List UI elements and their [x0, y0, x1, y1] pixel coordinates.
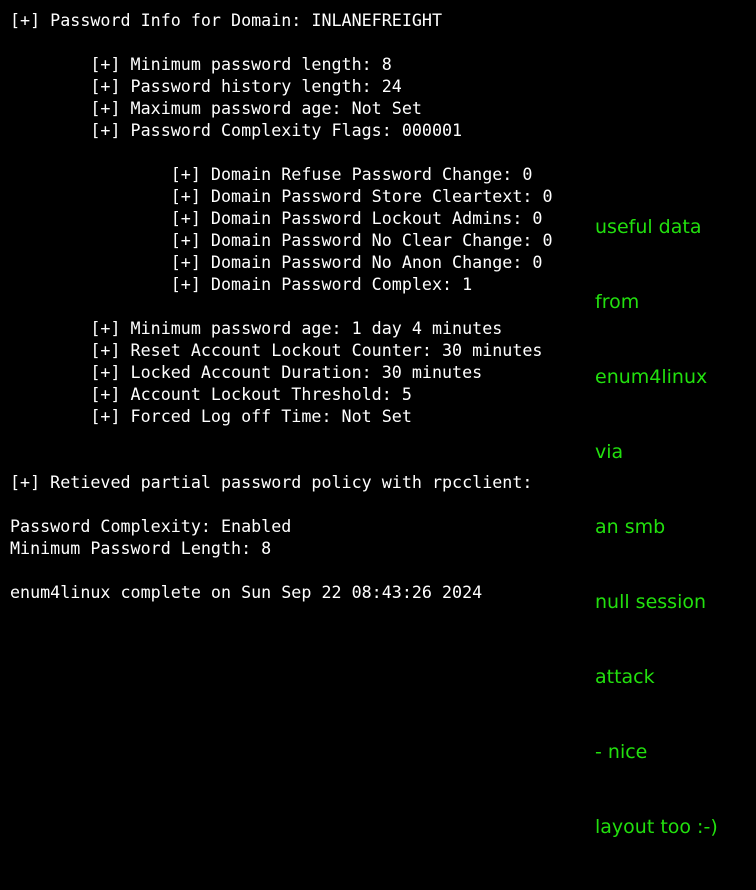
terminal-line: [+] Domain Password No Clear Change: 0 — [10, 230, 553, 250]
terminal-output: [+] Password Info for Domain: INLANEFREI… — [0, 0, 756, 838]
terminal-line: [+] Domain Password Complex: 1 — [10, 274, 473, 294]
terminal-line: [+] Domain Password Store Cleartext: 0 — [10, 186, 553, 206]
terminal-line: [+] Retieved partial password policy wit… — [10, 472, 533, 492]
annotation-line: - nice — [595, 741, 648, 763]
terminal-line: [+] Domain Password No Anon Change: 0 — [10, 252, 543, 272]
terminal-line: [+] Maximum password age: Not Set — [10, 98, 422, 118]
terminal-line: [+] Account Lockout Threshold: 5 — [10, 384, 412, 404]
terminal-line: [+] Password Info for Domain: INLANEFREI… — [10, 10, 443, 30]
annotation-note: useful data from enum4linux via an smb n… — [595, 165, 718, 890]
terminal-line: [+] Locked Account Duration: 30 minutes — [10, 362, 483, 382]
annotation-line: from — [595, 291, 640, 313]
terminal-line: [+] Password Complexity Flags: 000001 — [10, 120, 463, 140]
terminal-line: enum4linux complete on Sun Sep 22 08:43:… — [10, 582, 483, 602]
terminal-line: [+] Password history length: 24 — [10, 76, 402, 96]
annotation-line: null session — [595, 591, 707, 613]
annotation-line: useful data — [595, 216, 702, 238]
terminal-line: [+] Forced Log off Time: Not Set — [10, 406, 412, 426]
terminal-line: Minimum Password Length: 8 — [10, 538, 272, 558]
terminal-line: [+] Minimum password age: 1 day 4 minute… — [10, 318, 503, 338]
annotation-line: an smb — [595, 516, 666, 538]
annotation-line: via — [595, 441, 624, 463]
terminal-line: [+] Domain Password Lockout Admins: 0 — [10, 208, 543, 228]
terminal-line: [+] Domain Refuse Password Change: 0 — [10, 164, 533, 184]
terminal-line: [+] Minimum password length: 8 — [10, 54, 392, 74]
terminal-line: [+] Reset Account Lockout Counter: 30 mi… — [10, 340, 543, 360]
annotation-line: layout too :-) — [595, 816, 718, 838]
annotation-line: enum4linux — [595, 366, 708, 388]
annotation-line: attack — [595, 666, 655, 688]
terminal-line: Password Complexity: Enabled — [10, 516, 292, 536]
